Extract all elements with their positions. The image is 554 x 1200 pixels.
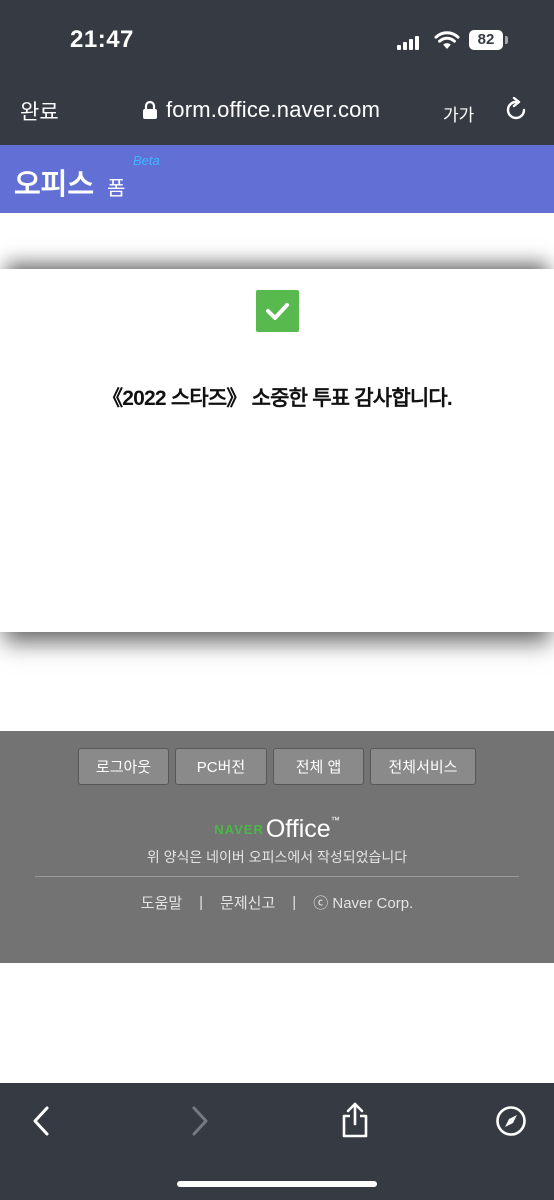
forward-icon[interactable] bbox=[189, 1105, 211, 1137]
footer-links: 도움말 | 문제신고 | ⓒ Naver Corp. bbox=[0, 892, 554, 913]
text-size-button[interactable]: 가가 bbox=[443, 101, 474, 126]
footer-note: 위 양식은 네이버 오피스에서 작성되었습니다 bbox=[146, 849, 408, 865]
battery-icon: 82 bbox=[469, 30, 503, 50]
page-footer: 로그아웃 PC버전 전체 앱 전체서비스 NAVEROffice™ 위 양식은 … bbox=[0, 731, 554, 963]
wifi-icon bbox=[434, 31, 460, 49]
all-services-button[interactable]: 전체서비스 bbox=[370, 748, 476, 785]
url-text: form.office.naver.com bbox=[166, 97, 381, 122]
footer-divider bbox=[35, 876, 519, 877]
browser-top-chrome: 21:47 82 완료 form.office.naver.com 가가 bbox=[0, 0, 554, 145]
completion-message: 《2022 스타즈》 소중한 투표 감사합니다. bbox=[102, 387, 453, 410]
beta-badge: Beta bbox=[133, 153, 160, 168]
report-link[interactable]: 문제신고 bbox=[220, 892, 275, 913]
office-header: 오피스 폼 Beta bbox=[0, 145, 554, 213]
all-apps-button[interactable]: 전체 앱 bbox=[273, 748, 364, 785]
compass-icon[interactable] bbox=[495, 1105, 527, 1137]
signal-icon bbox=[397, 36, 423, 50]
pc-version-button[interactable]: PC버전 bbox=[175, 748, 267, 785]
office-subtitle: 폼 bbox=[107, 178, 126, 200]
done-button[interactable]: 완료 bbox=[20, 96, 59, 126]
back-icon[interactable] bbox=[30, 1105, 52, 1137]
share-icon[interactable] bbox=[340, 1101, 370, 1139]
help-link[interactable]: 도움말 bbox=[141, 892, 182, 913]
brand-naver: NAVER bbox=[214, 822, 264, 837]
address-bar[interactable]: form.office.naver.com bbox=[142, 95, 380, 125]
lock-icon bbox=[143, 100, 157, 119]
logout-button[interactable]: 로그아웃 bbox=[78, 748, 169, 785]
home-indicator[interactable] bbox=[177, 1181, 377, 1187]
brand-trademark: ™ bbox=[330, 815, 340, 825]
checkmark-icon bbox=[256, 290, 299, 332]
link-separator: | bbox=[199, 894, 204, 911]
brand-office: Office bbox=[265, 815, 331, 843]
copyright-link[interactable]: ⓒ Naver Corp. bbox=[313, 892, 413, 913]
naver-office-logo: NAVEROffice™ bbox=[0, 815, 554, 844]
link-separator: | bbox=[292, 894, 297, 911]
footer-button-group: 로그아웃 PC버전 전체 앱 전체서비스 bbox=[0, 748, 554, 785]
reload-icon[interactable] bbox=[503, 97, 529, 123]
battery-tip bbox=[505, 36, 508, 44]
office-logo-title[interactable]: 오피스 bbox=[14, 161, 94, 203]
status-time: 21:47 bbox=[70, 26, 134, 53]
completion-dialog: 《2022 스타즈》 소중한 투표 감사합니다. bbox=[0, 269, 554, 632]
